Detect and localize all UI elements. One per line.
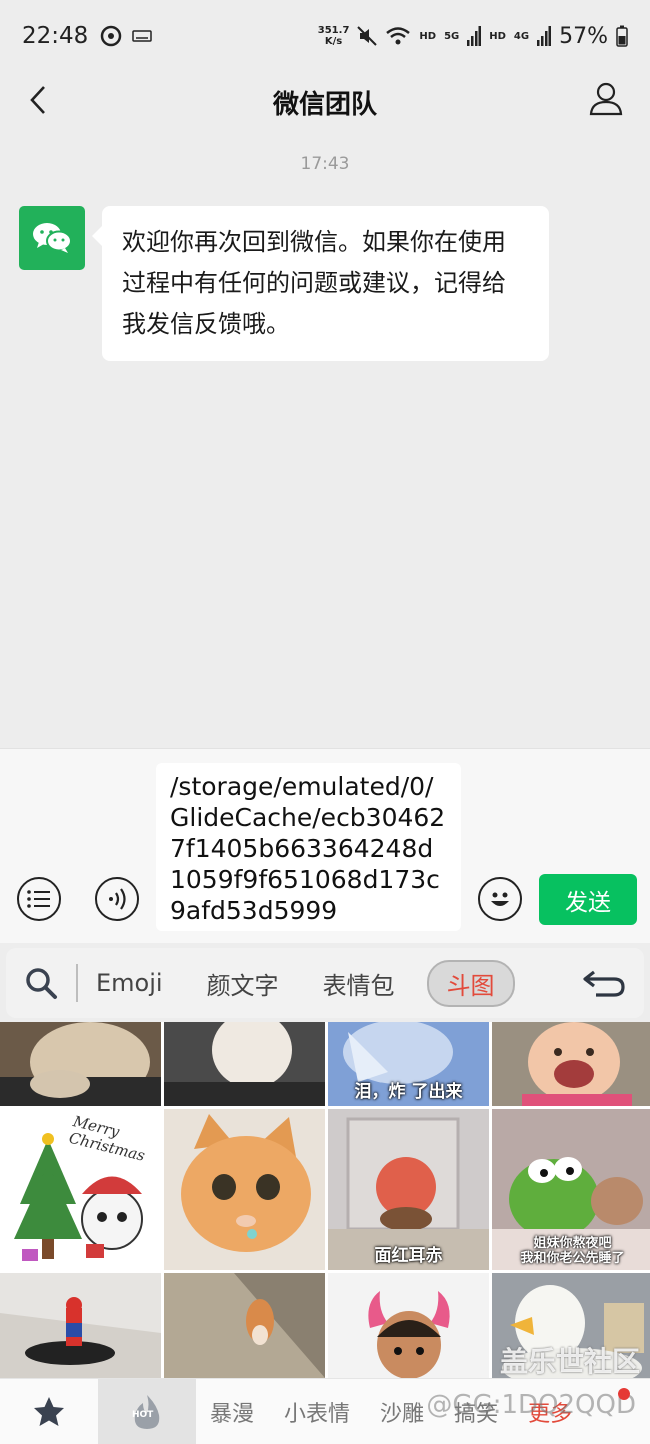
message-bubble[interactable]: 欢迎你再次回到微信。如果你在使用过程中有任何的问题或建议，记得给我发信反馈哦。: [92, 206, 549, 361]
message-input[interactable]: /storage/emulated/0/GlideCache/ecb304627…: [156, 763, 461, 931]
return-arrow-icon: [583, 970, 625, 997]
input-bar: /storage/emulated/0/GlideCache/ecb304627…: [0, 748, 650, 943]
sticker-corgi[interactable]: [164, 1273, 325, 1378]
voice-button[interactable]: [95, 877, 139, 921]
sticker-cat-white[interactable]: [164, 1022, 325, 1106]
list-menu-icon: [27, 890, 50, 908]
clock: 22:48: [22, 23, 89, 49]
keyboard-tab-bar: Emoji 颜文字 表情包 斗图: [6, 948, 644, 1018]
tab-stickers[interactable]: 表情包: [323, 966, 395, 1001]
menu-button[interactable]: [17, 877, 61, 921]
emoji-button[interactable]: [478, 877, 522, 921]
back-button[interactable]: [18, 80, 58, 120]
battery-percent: 57%: [559, 23, 608, 49]
message-timestamp: 17:43: [300, 154, 350, 174]
return-button[interactable]: [580, 961, 628, 1005]
category-item[interactable]: 小表情: [284, 1396, 350, 1428]
sticker-tears[interactable]: 泪，炸 了出来: [328, 1022, 489, 1106]
nav-bar: 微信团队: [0, 72, 650, 132]
keyboard-icon: [132, 30, 153, 42]
star-icon: [34, 1396, 64, 1426]
sticker-search-button[interactable]: [6, 948, 76, 1018]
category-item[interactable]: 暴漫: [210, 1396, 254, 1428]
profile-button[interactable]: [584, 76, 628, 120]
sticker-kermit[interactable]: 姐妹你熬夜吧 我和你老公先睡了: [492, 1109, 650, 1270]
tab-kaomoji[interactable]: 颜文字: [207, 966, 279, 1001]
avatar[interactable]: [19, 206, 85, 270]
wechat-logo-icon: [33, 223, 72, 253]
user-icon: [589, 82, 623, 116]
search-icon: [26, 968, 57, 999]
status-bar: 22:48 351.7 K/s HD 5G HD 4G 57%: [0, 0, 650, 72]
forum-watermark: 盖乐世社区: [499, 1345, 640, 1378]
sticker-red-face[interactable]: 面红耳赤: [328, 1109, 489, 1270]
signal-icon: [467, 26, 482, 46]
favorites-button[interactable]: [0, 1379, 98, 1444]
sticker-dog[interactable]: [0, 1022, 161, 1106]
sticker-orange-cat[interactable]: [164, 1109, 325, 1270]
hot-tab[interactable]: HOT: [98, 1378, 196, 1444]
mute-vibrate-icon: [357, 26, 378, 46]
user-watermark: @GG:1DQ2QQD: [426, 1390, 636, 1420]
signal-icon: [537, 26, 552, 46]
tab-doutu[interactable]: 斗图: [426, 959, 515, 1007]
send-button[interactable]: 发送: [539, 874, 637, 925]
chevron-left-icon: [30, 86, 45, 114]
smiley-icon: [491, 892, 509, 906]
netease-music-icon: [101, 25, 122, 47]
divider: [76, 964, 78, 1002]
network-speed: 351.7 K/s: [317, 25, 350, 47]
voice-wave-icon: [109, 888, 126, 910]
sticker-grid: 泪，炸 了出来 Merry Christmas 面红耳赤 姐妹你熬夜吧 我和你老公…: [0, 1022, 650, 1378]
battery-charging-icon: [616, 25, 628, 47]
sticker-devil-kid[interactable]: [328, 1273, 489, 1378]
sticker-spiderman[interactable]: [0, 1273, 161, 1378]
sticker-baby-laughing[interactable]: [492, 1022, 650, 1106]
chat-area[interactable]: 17:43 欢迎你再次回到微信。如果你在使用过程中有任何的问题或建议，记得给我发…: [0, 132, 650, 748]
category-item[interactable]: 沙雕: [380, 1396, 424, 1428]
page-title: 微信团队: [272, 89, 377, 120]
wifi-icon: [386, 27, 411, 45]
notification-dot: [618, 1388, 630, 1400]
sticker-merry-christmas[interactable]: Merry Christmas: [0, 1109, 161, 1270]
tab-emoji[interactable]: Emoji: [96, 969, 163, 997]
